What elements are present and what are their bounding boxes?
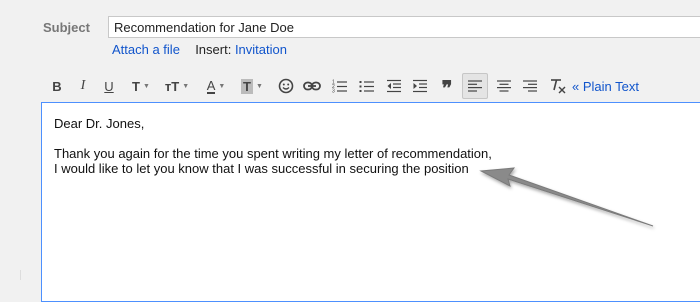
- remove-formatting-button[interactable]: [548, 73, 568, 99]
- align-center-button[interactable]: [494, 73, 514, 99]
- italic-button[interactable]: I: [76, 73, 90, 99]
- underline-button[interactable]: U: [102, 73, 116, 99]
- text-color-button[interactable]: A ▼: [202, 73, 230, 99]
- italic-icon: I: [80, 78, 86, 93]
- bulleted-list-icon: [359, 81, 374, 92]
- message-body-editor[interactable]: Dear Dr. Jones, Thank you again for the …: [41, 102, 700, 302]
- subject-label: Subject: [43, 20, 90, 35]
- insert-link-button[interactable]: [302, 73, 322, 99]
- bulleted-list-button[interactable]: [357, 73, 377, 99]
- bold-icon: B: [52, 78, 62, 94]
- numbered-list-icon: 1 2 3: [332, 80, 347, 94]
- invitation-link[interactable]: Invitation: [235, 42, 287, 57]
- text-color-icon: A: [206, 77, 216, 94]
- link-icon: [303, 81, 321, 91]
- font-family-button[interactable]: T ▼: [128, 73, 154, 99]
- emoji-button[interactable]: [276, 73, 296, 99]
- compose-links: Attach a file Insert: Invitation: [112, 42, 287, 57]
- quote-icon: ❞: [441, 78, 453, 100]
- formatting-toolbar: B I U T ▼ тT ▼ A ▼ T ▼ 1 2 3 ❞ « Plain T…: [44, 73, 700, 99]
- svg-text:3: 3: [332, 89, 335, 94]
- indent-more-button[interactable]: [410, 73, 430, 99]
- indent-less-button[interactable]: [384, 73, 404, 99]
- body-line-thanks: Thank you again for the time you spent w…: [54, 146, 492, 161]
- font-size-icon: тT: [164, 78, 180, 94]
- insert-label: Insert:: [195, 42, 232, 57]
- emoji-icon: [278, 78, 294, 94]
- underline-icon: U: [104, 78, 114, 94]
- quote-button[interactable]: ❞: [438, 73, 456, 99]
- indent-more-icon: [413, 79, 427, 93]
- body-line-greeting: Dear Dr. Jones,: [54, 116, 145, 131]
- remove-formatting-icon: [551, 79, 566, 94]
- chevron-down-icon: ▼: [256, 82, 263, 90]
- chevron-down-icon: ▼: [218, 82, 226, 90]
- align-right-button[interactable]: [520, 73, 540, 99]
- align-right-icon: [523, 80, 537, 92]
- bold-button[interactable]: B: [50, 73, 64, 99]
- body-line-news: I would like to let you know that I was …: [54, 161, 469, 176]
- chevron-down-icon: ▼: [182, 82, 190, 90]
- align-center-icon: [497, 80, 511, 92]
- font-family-icon: T: [132, 78, 140, 94]
- highlight-button[interactable]: T ▼: [238, 73, 266, 99]
- numbered-list-button[interactable]: 1 2 3: [330, 73, 350, 99]
- font-size-button[interactable]: тT ▼: [162, 73, 192, 99]
- window-edge-mark: [20, 270, 21, 280]
- chevron-down-icon: ▼: [143, 82, 150, 90]
- align-left-icon: [468, 80, 482, 92]
- plain-text-link[interactable]: « Plain Text: [572, 73, 646, 99]
- indent-less-icon: [387, 79, 401, 93]
- subject-input[interactable]: [108, 16, 700, 38]
- align-left-button[interactable]: [462, 73, 488, 99]
- highlight-icon: T: [241, 78, 253, 94]
- attach-file-link[interactable]: Attach a file: [112, 42, 180, 57]
